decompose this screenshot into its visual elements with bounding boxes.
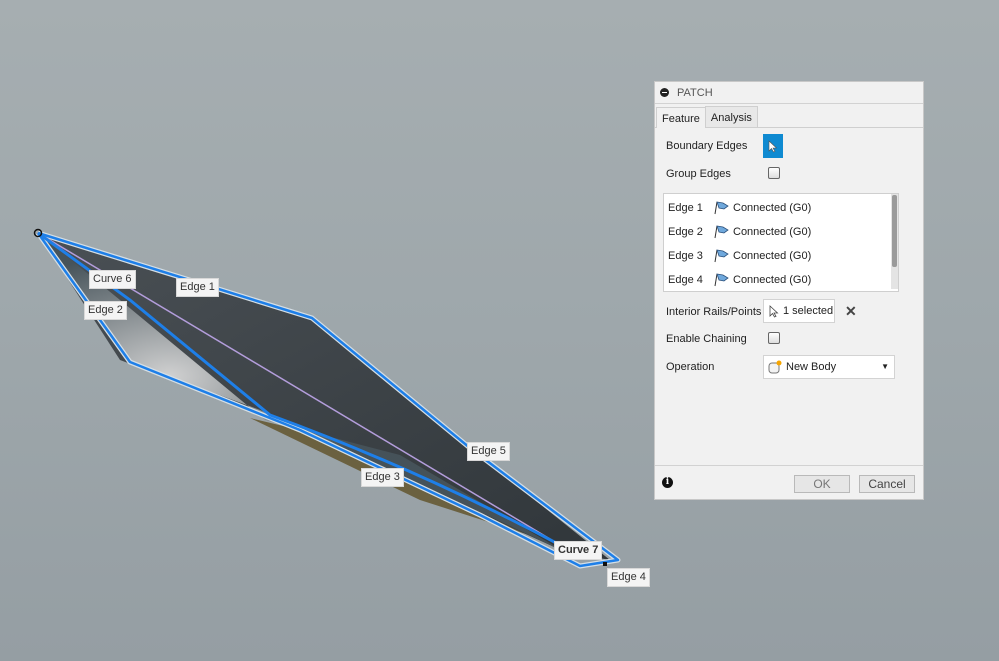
edge-name: Edge 3 [668, 249, 703, 262]
new-body-icon [768, 360, 782, 374]
edge-list-item[interactable]: Edge 2 Connected (G0) [668, 224, 811, 239]
label-curve-7[interactable]: Curve 7 [554, 541, 603, 560]
operation-dropdown[interactable]: New Body ▼ [763, 355, 895, 379]
ok-button[interactable]: OK [794, 475, 850, 493]
label-edge-1[interactable]: Edge 1 [176, 278, 219, 297]
tab-analysis[interactable]: Analysis [704, 106, 758, 127]
cancel-button[interactable]: Cancel [859, 475, 915, 493]
scrollbar-thumb[interactable] [892, 195, 897, 267]
continuity-flag-icon [714, 273, 729, 287]
label-edge-5[interactable]: Edge 5 [467, 442, 510, 461]
cursor-arrow-icon [769, 304, 779, 318]
operation-row: Operation [666, 361, 714, 373]
edge-name: Edge 1 [668, 201, 703, 214]
label-edge-2[interactable]: Edge 2 [84, 301, 127, 320]
interior-rails-selector[interactable]: 1 selected [763, 299, 835, 323]
label-edge-3[interactable]: Edge 3 [361, 468, 404, 487]
patch-dialog: PATCH Feature Analysis Boundary Edges Gr… [654, 81, 924, 500]
tab-feature[interactable]: Feature [656, 107, 706, 128]
tab-bar: Feature Analysis [655, 104, 923, 128]
edge-list[interactable]: Edge 1 Connected (G0) Edge 2 Connected (… [663, 193, 899, 292]
edge-list-item[interactable]: Edge 1 Connected (G0) [668, 200, 811, 215]
interior-rails-label: Interior Rails/Points [666, 306, 762, 318]
edge-list-scrollbar[interactable] [891, 194, 898, 289]
operation-value: New Body [786, 361, 837, 373]
edge-status: Connected (G0) [733, 273, 812, 286]
edge-status: Connected (G0) [733, 225, 812, 238]
boundary-edges-row: Boundary Edges [666, 140, 747, 152]
enable-chaining-row: Enable Chaining [666, 333, 747, 345]
cursor-arrow-icon [768, 139, 778, 152]
dialog-footer: i OK Cancel [655, 465, 923, 499]
operation-label: Operation [666, 361, 715, 373]
group-edges-row: Group Edges [666, 168, 731, 180]
edge-status: Connected (G0) [733, 249, 812, 262]
boundary-edges-label: Boundary Edges [666, 140, 748, 152]
group-edges-checkbox[interactable] [768, 167, 780, 179]
edge-name: Edge 2 [668, 225, 703, 238]
end-vertex[interactable] [603, 562, 607, 566]
enable-chaining-checkbox[interactable] [768, 332, 780, 344]
edge-name: Edge 4 [668, 273, 703, 286]
boundary-edges-select-button[interactable] [763, 134, 783, 158]
dialog-title: PATCH [677, 86, 713, 99]
label-edge-4[interactable]: Edge 4 [607, 568, 650, 587]
continuity-flag-icon [714, 249, 729, 263]
collapse-icon[interactable] [660, 88, 669, 97]
clear-selection-icon[interactable]: ✕ [845, 303, 857, 320]
chevron-down-icon: ▼ [881, 362, 889, 371]
continuity-flag-icon [714, 201, 729, 215]
edge-list-item[interactable]: Edge 3 Connected (G0) [668, 248, 811, 263]
interior-rails-row: Interior Rails/Points [666, 306, 761, 318]
edge-status: Connected (G0) [733, 201, 812, 214]
continuity-flag-icon [714, 225, 729, 239]
enable-chaining-label: Enable Chaining [666, 333, 747, 345]
label-curve-6[interactable]: Curve 6 [89, 270, 136, 289]
group-edges-label: Group Edges [666, 168, 731, 180]
dialog-header: PATCH [655, 82, 923, 104]
info-icon[interactable]: i [662, 477, 673, 488]
interior-rails-value: 1 selected [783, 305, 834, 317]
edge-list-item[interactable]: Edge 4 Connected (G0) [668, 272, 811, 287]
